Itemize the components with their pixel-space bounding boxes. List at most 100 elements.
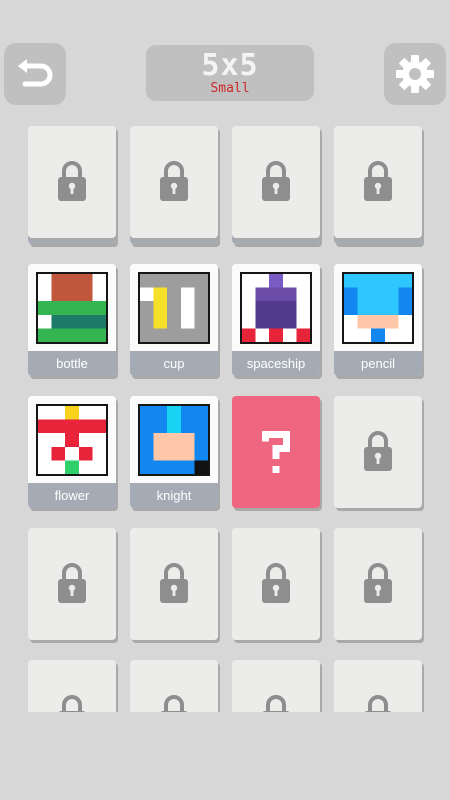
padlock-icon bbox=[363, 160, 393, 202]
pixel-cell bbox=[180, 314, 195, 329]
pixel-cell bbox=[371, 274, 385, 288]
pixel-cell bbox=[38, 433, 52, 447]
pixel-cell bbox=[153, 446, 168, 461]
pixel-cell bbox=[140, 301, 154, 315]
pixel-cell bbox=[65, 446, 79, 461]
pixel-cell bbox=[269, 301, 283, 315]
pixel-cell bbox=[269, 314, 283, 329]
question-mark-icon bbox=[232, 396, 320, 508]
puzzle-thumbnail bbox=[36, 404, 108, 476]
puzzle-label: bottle bbox=[28, 351, 116, 376]
pixel-cell bbox=[194, 460, 208, 474]
locked-puzzle-card[interactable] bbox=[28, 126, 116, 238]
pixel-cell bbox=[282, 274, 297, 288]
pixel-cell bbox=[51, 287, 66, 302]
pixel-cell bbox=[92, 419, 106, 434]
pixel-cell bbox=[194, 406, 208, 420]
pixel-cell bbox=[153, 287, 168, 302]
back-button[interactable] bbox=[4, 43, 66, 105]
padlock-icon bbox=[57, 562, 87, 604]
pixel-cell bbox=[140, 460, 154, 474]
pixel-cell bbox=[167, 328, 181, 342]
locked-puzzle-card[interactable] bbox=[232, 660, 320, 712]
pixel-cell bbox=[153, 301, 168, 315]
puzzle-label: spaceship bbox=[232, 351, 320, 376]
pixel-cell bbox=[371, 287, 385, 302]
locked-puzzle-card[interactable] bbox=[28, 528, 116, 640]
puzzle-card[interactable]: spaceship bbox=[232, 264, 320, 376]
pixel-cell bbox=[384, 314, 399, 329]
puzzle-thumbnail bbox=[240, 272, 312, 344]
pixel-cell bbox=[167, 419, 181, 434]
padlock-icon bbox=[261, 694, 291, 712]
locked-puzzle-card[interactable] bbox=[130, 660, 218, 712]
pixel-cell bbox=[269, 287, 283, 302]
pixel-cell bbox=[167, 287, 181, 302]
pixel-cell bbox=[255, 274, 270, 288]
pixel-cell bbox=[255, 328, 270, 342]
pixel-cell bbox=[65, 301, 79, 315]
pixel-cell bbox=[180, 328, 195, 342]
pixel-cell bbox=[92, 406, 106, 420]
locked-puzzle-card[interactable] bbox=[334, 660, 422, 712]
pixel-cell bbox=[65, 460, 79, 474]
locked-puzzle-card[interactable] bbox=[232, 528, 320, 640]
pixel-cell bbox=[180, 433, 195, 447]
locked-puzzle-card[interactable] bbox=[28, 660, 116, 712]
puzzle-label: flower bbox=[28, 483, 116, 508]
puzzle-card[interactable]: bottle bbox=[28, 264, 116, 376]
pixel-cell bbox=[38, 460, 52, 474]
mystery-puzzle-card[interactable] bbox=[232, 396, 320, 508]
pixel-cell bbox=[384, 274, 399, 288]
pixel-cell bbox=[296, 328, 310, 342]
puzzle-card[interactable]: knight bbox=[130, 396, 218, 508]
pixel-cell bbox=[167, 314, 181, 329]
locked-puzzle-card[interactable] bbox=[232, 126, 320, 238]
category-text: Small bbox=[210, 80, 250, 96]
pixel-cell bbox=[344, 274, 358, 288]
locked-puzzle-card[interactable] bbox=[130, 126, 218, 238]
locked-puzzle-card[interactable] bbox=[334, 396, 422, 508]
pixel-cell bbox=[140, 406, 154, 420]
padlock-icon bbox=[261, 562, 291, 604]
pixel-cell bbox=[242, 287, 256, 302]
pixel-cell bbox=[180, 274, 195, 288]
settings-button[interactable] bbox=[384, 43, 446, 105]
pixel-cell bbox=[65, 287, 79, 302]
padlock-icon bbox=[363, 562, 393, 604]
level-size-title: 5x5 Small bbox=[146, 45, 314, 101]
pixel-cell bbox=[180, 301, 195, 315]
pixel-cell bbox=[357, 287, 372, 302]
pixel-cell bbox=[38, 314, 52, 329]
pixel-cell bbox=[78, 433, 93, 447]
pixel-cell bbox=[140, 287, 154, 302]
pixel-cell bbox=[65, 328, 79, 342]
puzzle-card[interactable]: cup bbox=[130, 264, 218, 376]
pixel-cell bbox=[92, 274, 106, 288]
pixel-cell bbox=[296, 274, 310, 288]
pixel-cell bbox=[255, 287, 270, 302]
pixel-cell bbox=[78, 274, 93, 288]
locked-puzzle-card[interactable] bbox=[334, 528, 422, 640]
back-arrow-icon bbox=[18, 59, 53, 87]
grid-size-text: 5x5 bbox=[201, 47, 259, 83]
pixel-cell bbox=[371, 328, 385, 342]
pixel-cell bbox=[242, 328, 256, 342]
pixel-cell bbox=[92, 460, 106, 474]
pixel-cell bbox=[282, 287, 297, 302]
locked-puzzle-card[interactable] bbox=[130, 528, 218, 640]
pixel-cell bbox=[38, 419, 52, 434]
pixel-cell bbox=[194, 419, 208, 434]
puzzle-card[interactable]: pencil bbox=[334, 264, 422, 376]
pixel-cell bbox=[180, 460, 195, 474]
pixel-cell bbox=[167, 460, 181, 474]
pixel-cell bbox=[194, 433, 208, 447]
padlock-icon bbox=[159, 562, 189, 604]
pixel-cell bbox=[140, 274, 154, 288]
locked-puzzle-card[interactable] bbox=[334, 126, 422, 238]
pixel-cell bbox=[153, 419, 168, 434]
puzzle-card[interactable]: flower bbox=[28, 396, 116, 508]
pixel-cell bbox=[167, 406, 181, 420]
pixel-cell bbox=[194, 301, 208, 315]
pixel-cell bbox=[65, 433, 79, 447]
